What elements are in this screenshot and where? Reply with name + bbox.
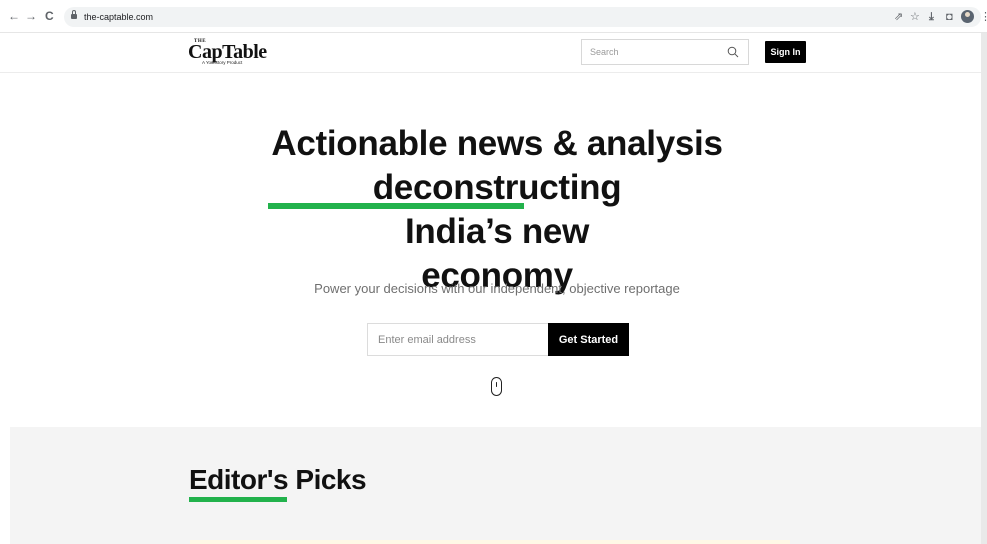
sign-in-button[interactable]: Sign In — [765, 41, 806, 63]
site-header: THE CapTable A YourStory Product Sign In — [0, 33, 987, 73]
logo-wordmark: CapTable — [188, 41, 267, 63]
search-input[interactable] — [582, 40, 722, 64]
scrollbar-track[interactable] — [981, 33, 987, 544]
get-started-button[interactable]: Get Started — [548, 323, 629, 356]
browser-toolbar: ← → C the-captable.com ⇗ ☆ ⤓ ◘ ⋮ — [0, 0, 987, 33]
profile-avatar[interactable] — [961, 10, 974, 23]
email-input[interactable] — [367, 323, 548, 356]
window-icon[interactable]: ◘ — [946, 10, 953, 24]
search-icon[interactable] — [727, 46, 739, 58]
search-box — [581, 39, 749, 65]
logo-tagline: A YourStory Product — [202, 60, 243, 65]
star-icon[interactable]: ☆ — [910, 10, 920, 24]
featured-card-edge[interactable] — [190, 540, 790, 544]
hero-title-line2: deconstructing India’s new — [0, 166, 987, 254]
url-text: the-captable.com — [84, 12, 154, 22]
more-vert-icon[interactable]: ⋮ — [980, 10, 987, 24]
hero-highlight-underline — [268, 203, 524, 209]
editors-picks-underline — [189, 497, 287, 502]
captable-logo[interactable]: THE CapTable A YourStory Product — [188, 39, 278, 69]
hero-title-line2-rest: India’s new — [404, 212, 590, 251]
hero-subtitle: Power your decisions with our independen… — [314, 281, 680, 296]
hero-heading: Actionable news & analysis deconstructin… — [0, 122, 987, 298]
address-bar[interactable]: the-captable.com ⇗ ☆ — [64, 7, 981, 27]
lock-icon[interactable] — [71, 10, 77, 21]
download-icon[interactable]: ⤓ — [929, 10, 934, 24]
scroll-mouse-icon[interactable] — [491, 377, 502, 396]
reload-icon[interactable]: C — [45, 9, 54, 23]
editors-picks-title: Editor's Picks — [189, 464, 367, 495]
forward-icon[interactable]: → — [25, 9, 37, 23]
back-icon[interactable]: ← — [8, 9, 20, 23]
hero-title-line1: Actionable news & analysis — [271, 124, 723, 163]
editors-picks-section — [10, 427, 987, 544]
share-icon[interactable]: ⇗ — [894, 10, 903, 24]
